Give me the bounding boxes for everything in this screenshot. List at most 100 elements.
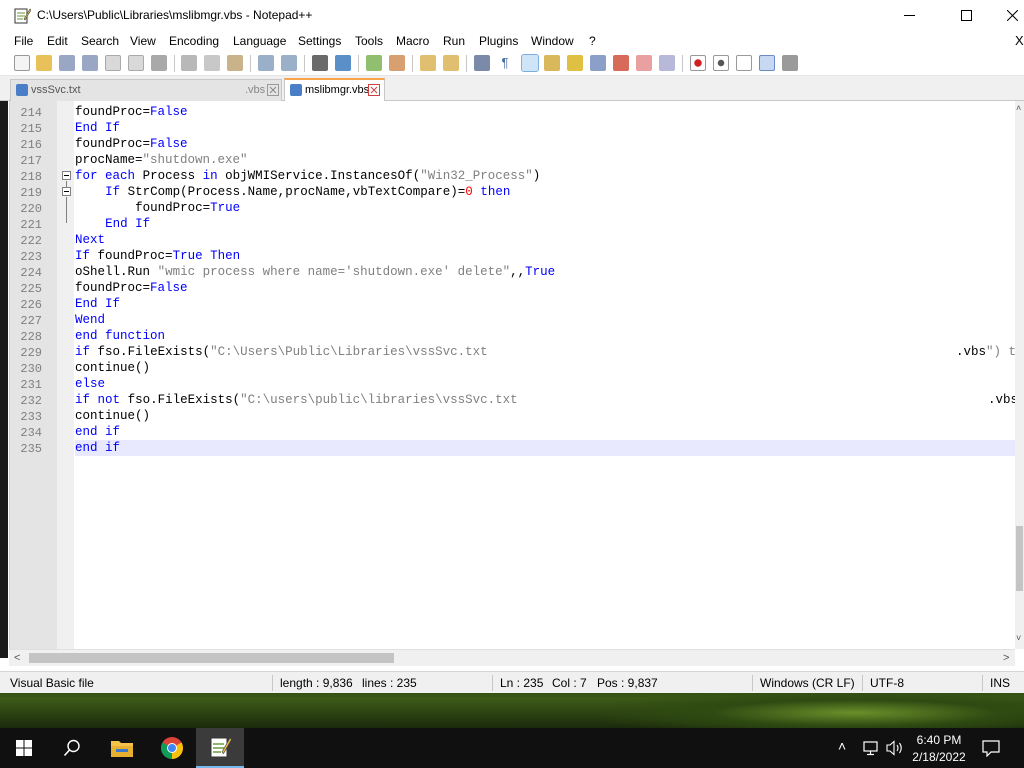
preview-icon[interactable] (659, 55, 675, 71)
tab-mslibmgr[interactable]: mslibmgr.vbs (284, 78, 385, 102)
code-line[interactable]: End If (75, 216, 1024, 232)
zoom-in-icon[interactable] (366, 55, 382, 71)
status-eol[interactable]: Windows (CR LF) (760, 676, 855, 690)
code-line[interactable]: foundProc=False (75, 104, 1024, 120)
play-multiple-macro-icon[interactable] (759, 55, 775, 71)
cut-icon[interactable] (181, 55, 197, 71)
status-encoding[interactable]: UTF-8 (870, 676, 904, 690)
menu-file[interactable]: File (14, 34, 33, 48)
save-macro-icon[interactable] (782, 55, 798, 71)
code-line[interactable]: for each Process in objWMIService.Instan… (75, 168, 1024, 184)
scroll-left-icon[interactable]: < (14, 652, 20, 664)
show-hidden-icons-icon[interactable]: ˄ (838, 738, 846, 754)
horizontal-scrollbar-thumb[interactable] (29, 653, 394, 663)
start-button[interactable] (0, 728, 48, 768)
function-list-icon[interactable] (590, 55, 606, 71)
close-button[interactable] (989, 0, 1024, 31)
menu-help[interactable]: ? (589, 34, 596, 48)
sync-vertical-icon[interactable] (420, 55, 436, 71)
document-map-icon[interactable] (567, 55, 583, 71)
menu-tools[interactable]: Tools (355, 34, 383, 48)
code-line[interactable]: End If (75, 296, 1024, 312)
menu-search[interactable]: Search (81, 34, 119, 48)
horizontal-scrollbar[interactable]: < > (9, 649, 1015, 666)
stop-macro-icon[interactable] (713, 55, 729, 71)
word-wrap-icon[interactable] (474, 55, 490, 71)
fold-toggle-icon[interactable] (62, 171, 71, 180)
code-line[interactable]: end if (75, 424, 1024, 440)
notepadpp-taskbar-button[interactable] (196, 728, 244, 768)
open-file-icon[interactable] (36, 55, 52, 71)
vertical-scrollbar[interactable]: ˄ ˅ (1015, 101, 1024, 649)
undo-icon[interactable] (258, 55, 274, 71)
code-line[interactable]: End If (75, 120, 1024, 136)
menu-window[interactable]: Window (531, 34, 574, 48)
file-explorer-button[interactable] (98, 728, 146, 768)
show-all-characters-icon[interactable]: ¶ (497, 55, 513, 71)
clock[interactable]: 6:40 PM 2/18/2022 (906, 730, 972, 766)
close-file-icon[interactable] (105, 55, 121, 71)
scroll-right-icon[interactable]: > (1003, 652, 1009, 664)
status-insert-mode[interactable]: INS (990, 676, 1010, 690)
menu-settings[interactable]: Settings (298, 34, 341, 48)
notifications-icon[interactable] (982, 740, 1000, 757)
chrome-button[interactable] (148, 728, 196, 768)
sync-horizontal-icon[interactable] (443, 55, 459, 71)
code-line[interactable]: foundProc=True (75, 200, 1024, 216)
menu-edit[interactable]: Edit (47, 34, 68, 48)
network-icon[interactable] (862, 740, 880, 756)
close-document-button[interactable]: X (1015, 33, 1024, 48)
minimize-button[interactable] (886, 0, 932, 31)
monitoring-icon[interactable] (636, 55, 652, 71)
zoom-out-icon[interactable] (389, 55, 405, 71)
code-line[interactable]: Wend (75, 312, 1024, 328)
find-icon[interactable] (312, 55, 328, 71)
code-line[interactable]: end function (75, 328, 1024, 344)
tab-vsssvc[interactable]: vssSvc.txt .vbs (10, 79, 282, 101)
code-line[interactable]: oShell.Run "wmic process where name='shu… (75, 264, 1024, 280)
copy-icon[interactable] (204, 55, 220, 71)
code-line[interactable]: foundProc=False (75, 136, 1024, 152)
menu-plugins[interactable]: Plugins (479, 34, 518, 48)
tab-close-icon[interactable] (267, 84, 279, 96)
record-macro-icon[interactable] (690, 55, 706, 71)
new-file-icon[interactable] (14, 55, 30, 71)
code-line[interactable]: if not fso.FileExists("C:\users\public\l… (75, 392, 1024, 408)
fold-toggle-icon[interactable] (62, 187, 71, 196)
search-button[interactable] (48, 728, 96, 768)
menu-language[interactable]: Language (233, 34, 286, 48)
save-icon[interactable] (59, 55, 75, 71)
menu-macro[interactable]: Macro (396, 34, 429, 48)
code-line[interactable]: continue() (75, 360, 1024, 376)
code-line[interactable]: foundProc=False (75, 280, 1024, 296)
print-icon[interactable] (151, 55, 167, 71)
code-line[interactable]: end if (75, 440, 1024, 456)
udl-icon[interactable] (544, 55, 560, 71)
code-line[interactable]: procName="shutdown.exe" (75, 152, 1024, 168)
replace-icon[interactable] (335, 55, 351, 71)
code-editor[interactable]: 214 foundProc=False 215 End If 216 foundProc=… (9, 101, 1024, 649)
tab-close-icon[interactable] (368, 84, 380, 96)
code-line[interactable]: continue() (75, 408, 1024, 424)
vertical-scrollbar-thumb[interactable] (1016, 526, 1023, 591)
code-line[interactable]: else (75, 376, 1024, 392)
menu-encoding[interactable]: Encoding (169, 34, 219, 48)
volume-icon[interactable] (886, 740, 904, 756)
scroll-up-icon[interactable]: ˄ (1016, 103, 1021, 113)
redo-icon[interactable] (281, 55, 297, 71)
menu-view[interactable]: View (130, 34, 156, 48)
menu-run[interactable]: Run (443, 34, 465, 48)
code-line[interactable]: Next (75, 232, 1024, 248)
close-all-icon[interactable] (128, 55, 144, 71)
paste-icon[interactable] (227, 55, 243, 71)
code-line[interactable]: If StrComp(Process.Name,procName,vbTextC… (75, 184, 1024, 200)
code-line[interactable]: If foundProc=True Then (75, 248, 1024, 264)
play-macro-icon[interactable] (736, 55, 752, 71)
save-all-icon[interactable] (82, 55, 98, 71)
scroll-down-icon[interactable]: ˅ (1016, 633, 1021, 643)
folder-workspace-icon[interactable] (613, 55, 629, 71)
title-bar[interactable]: C:\Users\Public\Libraries\mslibmgr.vbs -… (0, 0, 1024, 31)
maximize-button[interactable] (943, 0, 989, 31)
code-line[interactable]: if fso.FileExists("C:\Users\Public\Libra… (75, 344, 1024, 360)
indent-guide-icon[interactable] (521, 54, 539, 72)
